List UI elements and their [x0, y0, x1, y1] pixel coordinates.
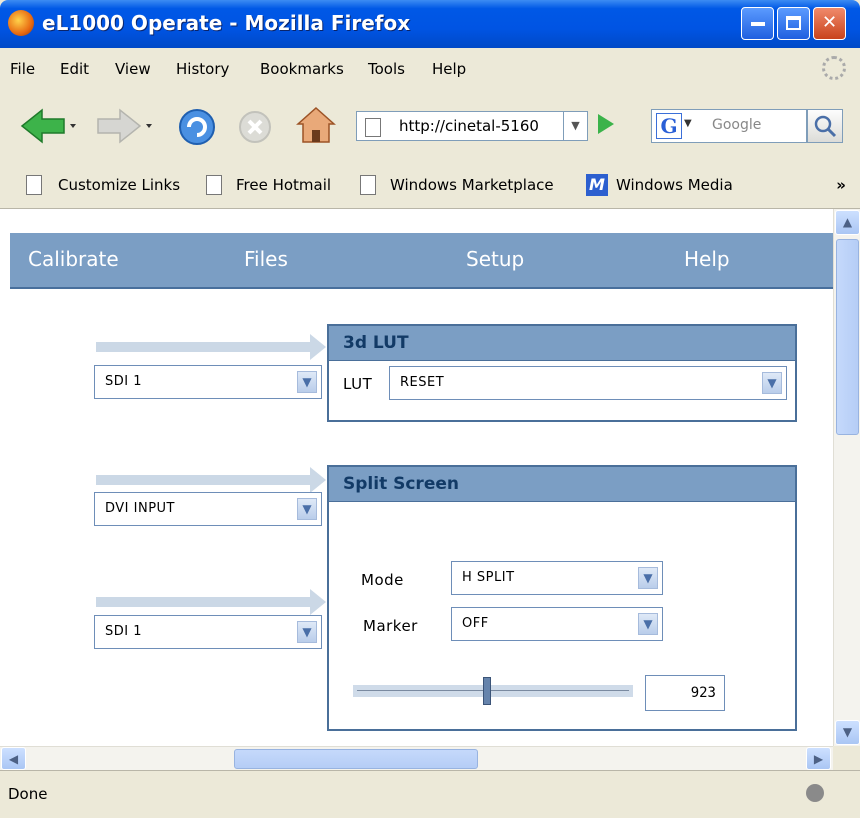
nav-setup[interactable]: Setup [466, 247, 524, 271]
maximize-icon [786, 16, 801, 30]
menu-bar: File Edit View History Bookmarks Tools H… [0, 48, 860, 91]
status-text: Done [8, 785, 48, 803]
google-icon[interactable]: G [656, 113, 682, 139]
stop-icon[interactable] [238, 110, 272, 144]
search-button[interactable] [807, 109, 843, 143]
lut-label: LUT [343, 375, 373, 393]
slider-value: 923 [690, 685, 716, 701]
nav-files[interactable]: Files [244, 247, 288, 271]
lut-panel-header: 3d LUT [329, 326, 795, 361]
vertical-scroll-thumb[interactable] [836, 239, 859, 435]
bookmark-free-hotmail[interactable]: Free Hotmail [236, 176, 331, 194]
vertical-scrollbar[interactable]: ▲ ▼ [833, 209, 860, 746]
menu-help[interactable]: Help [432, 60, 466, 78]
minimize-icon [751, 22, 765, 26]
marker-value: OFF [462, 616, 489, 631]
lut-panel: 3d LUT LUT RESET ▼ [327, 324, 797, 422]
nav-help[interactable]: Help [684, 247, 730, 271]
scroll-down-button[interactable]: ▼ [835, 720, 860, 745]
chevron-down-icon: ▼ [638, 613, 658, 635]
bookmarks-overflow-chevron[interactable]: » [836, 176, 846, 194]
lut-value: RESET [400, 375, 445, 390]
page-icon [206, 175, 222, 195]
search-placeholder: Google [712, 117, 762, 133]
input3-select[interactable]: SDI 1 ▼ [94, 615, 322, 649]
mode-select[interactable]: H SPLIT ▼ [451, 561, 663, 595]
split-slider-thumb[interactable] [483, 677, 492, 705]
input1-value: SDI 1 [105, 374, 142, 389]
slider-line [357, 690, 629, 691]
back-icon[interactable] [20, 108, 78, 144]
firefox-icon [8, 10, 34, 36]
input1-select[interactable]: SDI 1 ▼ [94, 365, 322, 399]
forward-icon[interactable] [96, 108, 154, 144]
address-bar[interactable]: http://cinetal-5160 [356, 111, 564, 141]
status-bar: Done [0, 770, 860, 818]
horizontal-scroll-thumb[interactable] [234, 749, 478, 769]
nav-calibrate[interactable]: Calibrate [28, 247, 119, 271]
page-icon [365, 118, 381, 137]
signal-arrow [96, 467, 326, 493]
security-icon [806, 784, 824, 802]
input2-value: DVI INPUT [105, 501, 175, 516]
reload-icon[interactable] [178, 108, 216, 146]
mode-value: H SPLIT [462, 570, 515, 585]
mode-label: Mode [361, 571, 404, 589]
slider-value-field[interactable]: 923 [645, 675, 725, 711]
scroll-left-button[interactable]: ◀ [1, 747, 26, 770]
bookmark-windows-media[interactable]: Windows Media [616, 176, 733, 194]
chevron-down-icon: ▼ [762, 372, 782, 394]
marker-label: Marker [363, 617, 418, 635]
scrollbar-corner [833, 746, 860, 770]
menu-file[interactable]: File [10, 60, 35, 78]
address-text: http://cinetal-5160 [399, 117, 539, 135]
magnifier-icon [814, 115, 837, 138]
chevron-down-icon: ▼ [638, 567, 658, 589]
minimize-button[interactable] [741, 7, 774, 40]
split-panel-header: Split Screen [329, 467, 795, 502]
search-bar[interactable]: G ▼ Google [651, 109, 807, 143]
bookmark-windows-marketplace[interactable]: Windows Marketplace [390, 176, 554, 194]
address-dropdown-button[interactable]: ▼ [564, 111, 588, 141]
page-content: Calibrate Files Setup Help SDI 1 ▼ 3d LU… [0, 209, 833, 746]
menu-history[interactable]: History [176, 60, 229, 78]
page-icon [26, 175, 42, 195]
split-slider-track[interactable] [353, 685, 633, 697]
split-panel-title: Split Screen [343, 474, 459, 494]
split-screen-panel: Split Screen Mode H SPLIT ▼ Marker OFF ▼… [327, 465, 797, 731]
bookmark-customize-links[interactable]: Customize Links [58, 176, 180, 194]
page-icon [360, 175, 376, 195]
chevron-down-icon: ▼ [297, 371, 317, 393]
input2-select[interactable]: DVI INPUT ▼ [94, 492, 322, 526]
throbber-icon [822, 56, 846, 80]
input3-value: SDI 1 [105, 624, 142, 639]
bookmarks-toolbar: Customize Links Free Hotmail Windows Mar… [0, 162, 860, 209]
menu-view[interactable]: View [115, 60, 151, 78]
windows-media-icon: M [586, 174, 608, 196]
browser-window: eL1000 Operate - Mozilla Firefox ✕ File … [0, 0, 860, 818]
lut-select[interactable]: RESET ▼ [389, 366, 787, 400]
home-icon[interactable] [296, 106, 336, 146]
chevron-down-icon: ▼ [297, 498, 317, 520]
app-nav-bar: Calibrate Files Setup Help [10, 233, 833, 289]
close-button[interactable]: ✕ [813, 7, 846, 40]
scroll-right-button[interactable]: ▶ [806, 747, 831, 770]
horizontal-scrollbar[interactable]: ◀ ▶ [0, 746, 833, 770]
lut-panel-title: 3d LUT [343, 333, 409, 353]
maximize-button[interactable] [777, 7, 810, 40]
menu-bookmarks[interactable]: Bookmarks [260, 60, 344, 78]
chevron-down-icon: ▼ [297, 621, 317, 643]
menu-tools[interactable]: Tools [368, 60, 405, 78]
signal-arrow [96, 334, 326, 360]
menu-edit[interactable]: Edit [60, 60, 89, 78]
go-button[interactable] [598, 114, 614, 134]
window-title: eL1000 Operate - Mozilla Firefox [42, 11, 411, 35]
navigation-toolbar: http://cinetal-5160 ▼ G ▼ Google [0, 90, 860, 163]
marker-select[interactable]: OFF ▼ [451, 607, 663, 641]
search-engine-dropdown-icon[interactable]: ▼ [684, 118, 692, 129]
title-bar: eL1000 Operate - Mozilla Firefox ✕ [0, 0, 860, 48]
signal-arrow [96, 589, 326, 615]
close-icon: ✕ [822, 12, 838, 33]
scroll-up-button[interactable]: ▲ [835, 210, 860, 235]
